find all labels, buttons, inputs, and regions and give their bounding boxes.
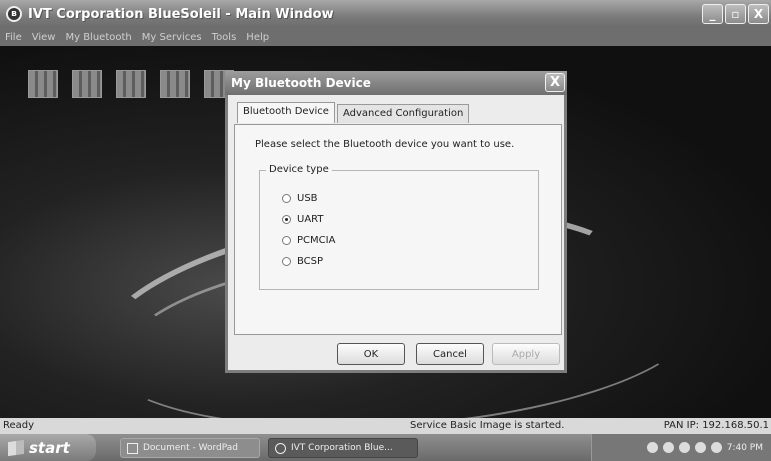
status-ready: Ready	[3, 420, 35, 431]
toolbar	[28, 70, 234, 98]
task-wordpad[interactable]: Document - WordPad	[120, 438, 260, 458]
tab-advanced-configuration[interactable]: Advanced Configuration	[336, 104, 470, 123]
radio-button[interactable]	[282, 194, 291, 203]
tray-icon[interactable]	[694, 442, 706, 453]
radio-pcmcia[interactable]: PCMCIA	[282, 235, 335, 246]
status-bar: Ready Service Basic Image is started. PA…	[0, 418, 771, 434]
clock[interactable]: 7:40 PM	[727, 443, 763, 453]
task-bluesoleil[interactable]: IVT Corporation Blue...	[268, 438, 418, 458]
dialog-close-button[interactable]: X	[545, 73, 565, 92]
file-transfer-icon[interactable]	[160, 70, 190, 98]
network-icon[interactable]	[28, 70, 58, 98]
start-button[interactable]: start	[0, 434, 96, 461]
printer-icon[interactable]	[116, 70, 146, 98]
menu-my-bluetooth[interactable]: My Bluetooth	[60, 32, 136, 43]
system-tray: 7:40 PM	[591, 434, 771, 461]
dialog-title: My Bluetooth Device	[231, 76, 371, 90]
ok-button[interactable]: OK	[337, 343, 405, 365]
tab-bluetooth-device[interactable]: Bluetooth Device	[237, 102, 335, 123]
task-label: Document - WordPad	[143, 443, 238, 453]
device-type-group: Device type USB UART PCMCIA BCSP	[259, 164, 539, 290]
menu-my-services[interactable]: My Services	[137, 32, 207, 43]
window-title: IVT Corporation BlueSoleil - Main Window	[28, 6, 334, 22]
tab-panel: Please select the Bluetooth device you w…	[234, 124, 562, 335]
minimize-button[interactable]: _	[702, 4, 723, 24]
windows-logo-icon	[8, 439, 24, 456]
menu-help[interactable]: Help	[241, 32, 274, 43]
radio-button[interactable]	[282, 257, 291, 266]
task-label: IVT Corporation Blue...	[291, 443, 393, 453]
radio-label: USB	[297, 193, 318, 204]
device-type-label: Device type	[266, 164, 332, 175]
my-bluetooth-device-dialog: My Bluetooth Device X Bluetooth Device A…	[225, 71, 567, 373]
menu-view[interactable]: View	[27, 32, 61, 43]
bluetooth-tray-icon[interactable]	[662, 442, 674, 453]
maximize-button[interactable]: ▫	[725, 4, 746, 24]
menu-file[interactable]: File	[0, 32, 27, 43]
radio-uart[interactable]: UART	[282, 214, 324, 225]
bluetooth-icon	[275, 442, 286, 454]
device-prompt: Please select the Bluetooth device you w…	[255, 139, 515, 150]
cancel-button[interactable]: Cancel	[416, 343, 484, 365]
apply-button[interactable]: Apply	[492, 343, 560, 365]
dialog-tabs: Bluetooth Device Advanced Configuration	[237, 102, 471, 123]
radio-label: BCSP	[297, 256, 324, 267]
status-pan-ip: PAN IP: 192.168.50.1	[663, 420, 769, 431]
tray-icon[interactable]	[678, 442, 690, 453]
main-title-bar: ʙ IVT Corporation BlueSoleil - Main Wind…	[0, 0, 771, 28]
bluetooth-icon: ʙ	[6, 6, 22, 22]
wordpad-icon	[127, 442, 138, 454]
status-message: Service Basic Image is started.	[410, 420, 565, 431]
menu-tools[interactable]: Tools	[207, 32, 242, 43]
radio-button-selected[interactable]	[282, 215, 291, 224]
menu-bar: File View My Bluetooth My Services Tools…	[0, 28, 771, 46]
radio-label: UART	[297, 214, 324, 225]
network-tray-icon[interactable]	[710, 442, 722, 453]
start-label: start	[29, 438, 70, 457]
device-icon[interactable]	[72, 70, 102, 98]
taskbar: start Document - WordPad IVT Corporation…	[0, 434, 771, 461]
radio-button[interactable]	[282, 236, 291, 245]
dialog-title-bar: My Bluetooth Device X	[225, 71, 567, 95]
close-button[interactable]: X	[748, 4, 769, 24]
radio-usb[interactable]: USB	[282, 193, 318, 204]
radio-bcsp[interactable]: BCSP	[282, 256, 323, 267]
radio-label: PCMCIA	[297, 235, 336, 246]
tray-icon[interactable]	[646, 442, 658, 453]
